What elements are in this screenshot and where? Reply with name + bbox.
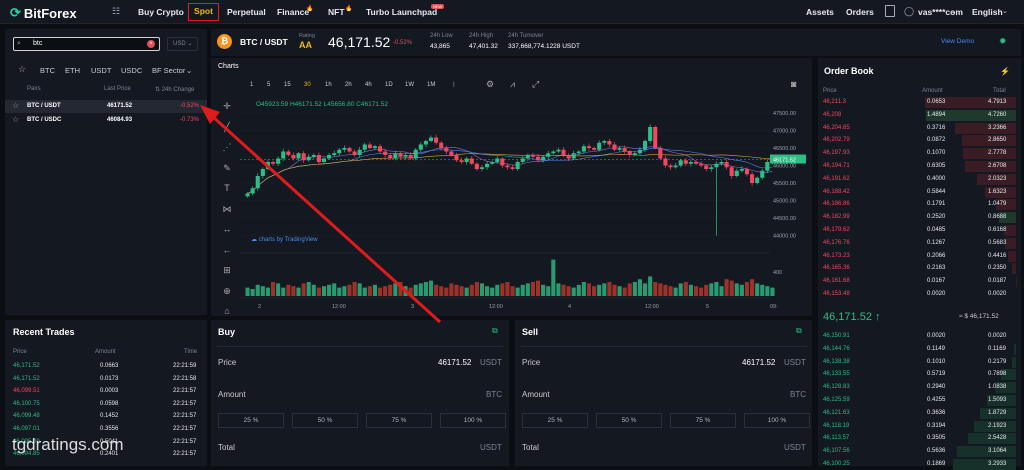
- annotation-arrow: [0, 0, 1024, 466]
